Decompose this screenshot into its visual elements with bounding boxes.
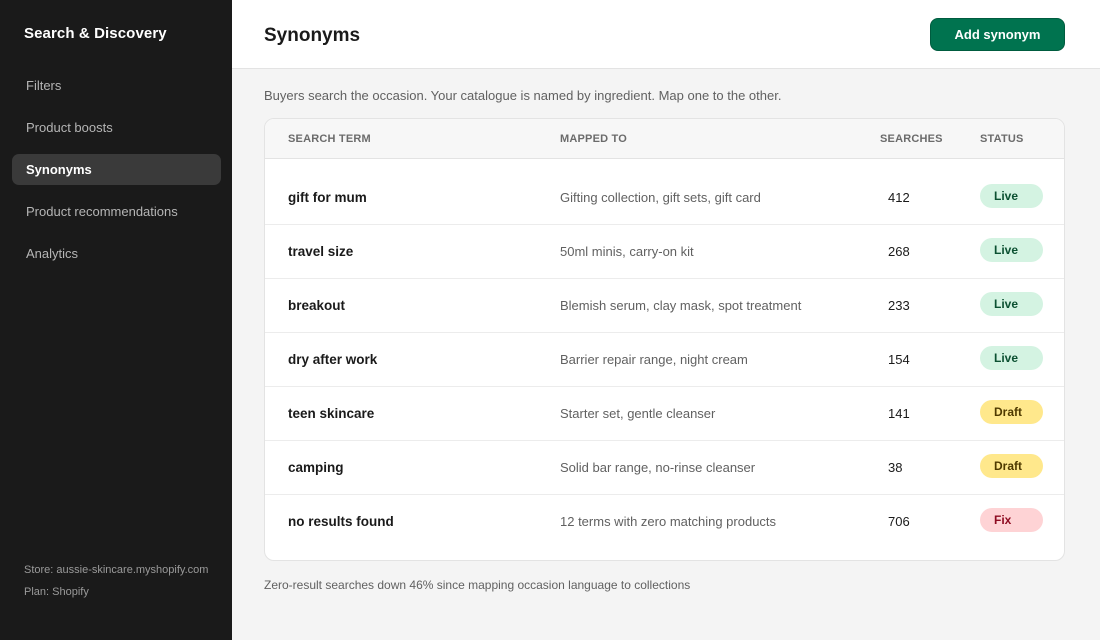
column-header-mapped-to: MAPPED TO <box>560 133 627 145</box>
status-badge: Live <box>980 346 1043 370</box>
intro-text: Buyers search the occasion. Your catalog… <box>264 88 782 103</box>
status-badge: Live <box>980 292 1043 316</box>
sidebar-item-analytics[interactable]: Analytics <box>12 238 221 269</box>
table-row[interactable]: teen skincare Starter set, gentle cleans… <box>265 387 1064 441</box>
table-body: gift for mum Gifting collection, gift se… <box>265 159 1064 549</box>
sidebar-item-product-boosts[interactable]: Product boosts <box>12 112 221 143</box>
mapped-to: 50ml minis, carry-on kit <box>560 244 694 259</box>
table-row[interactable]: camping Solid bar range, no-rinse cleans… <box>265 441 1064 495</box>
mapped-to: Solid bar range, no-rinse cleanser <box>560 460 756 475</box>
sidebar-nav: Filters Product boosts Synonyms Product … <box>12 70 221 280</box>
search-count: 412 <box>888 190 910 205</box>
status-badge: Live <box>980 184 1043 208</box>
add-synonym-button[interactable]: Add synonym <box>930 18 1065 51</box>
status-badge: Draft <box>980 454 1043 478</box>
search-term: teen skincare <box>288 406 375 421</box>
page-header: Synonyms Add synonym <box>232 0 1100 69</box>
app-title: Search & Discovery <box>24 25 167 42</box>
store-info: Store: aussie-skincare.myshopify.com Pla… <box>24 559 208 603</box>
column-header-search-term: SEARCH TERM <box>288 133 371 145</box>
table-row[interactable]: dry after work Barrier repair range, nig… <box>265 333 1064 387</box>
footer-note: Zero-result searches down 46% since mapp… <box>264 578 691 592</box>
sidebar-item-product-recommendations[interactable]: Product recommendations <box>12 196 221 227</box>
column-header-searches: SEARCHES <box>880 133 943 145</box>
mapped-to: Gifting collection, gift sets, gift card <box>560 190 761 205</box>
status-badge: Fix <box>980 508 1043 532</box>
status-badge: Draft <box>980 400 1043 424</box>
synonyms-table: SEARCH TERM MAPPED TO SEARCHES STATUS gi… <box>264 118 1065 561</box>
mapped-to: Barrier repair range, night cream <box>560 352 748 367</box>
table-row[interactable]: travel size 50ml minis, carry-on kit 268… <box>265 225 1064 279</box>
search-term: camping <box>288 460 344 475</box>
table-row[interactable]: no results found 12 terms with zero matc… <box>265 495 1064 549</box>
mapped-to: 12 terms with zero matching products <box>560 514 777 529</box>
sidebar-item-synonyms[interactable]: Synonyms <box>12 154 221 185</box>
search-count: 38 <box>888 460 903 475</box>
search-count: 233 <box>888 298 910 313</box>
search-count: 706 <box>888 514 910 529</box>
table-row[interactable]: gift for mum Gifting collection, gift se… <box>265 171 1064 225</box>
search-term: breakout <box>288 298 346 313</box>
search-term: dry after work <box>288 352 378 367</box>
store-plan: Plan: Shopify <box>24 586 89 598</box>
mapped-to: Blemish serum, clay mask, spot treatment <box>560 298 802 313</box>
store-domain: Store: aussie-skincare.myshopify.com <box>24 564 209 576</box>
page-title: Synonyms <box>264 25 361 46</box>
table-row[interactable]: breakout Blemish serum, clay mask, spot … <box>265 279 1064 333</box>
search-term: travel size <box>288 244 354 259</box>
status-badge: Live <box>980 238 1043 262</box>
sidebar-item-filters[interactable]: Filters <box>12 70 221 101</box>
search-count: 154 <box>888 352 910 367</box>
search-term: gift for mum <box>288 190 367 205</box>
table-header: SEARCH TERM MAPPED TO SEARCHES STATUS <box>265 119 1064 159</box>
search-count: 268 <box>888 244 910 259</box>
search-term: no results found <box>288 514 394 529</box>
column-header-status: STATUS <box>980 133 1024 145</box>
sidebar: Search & Discovery Filters Product boost… <box>0 0 232 640</box>
mapped-to: Starter set, gentle cleanser <box>560 406 716 421</box>
search-count: 141 <box>888 406 910 421</box>
